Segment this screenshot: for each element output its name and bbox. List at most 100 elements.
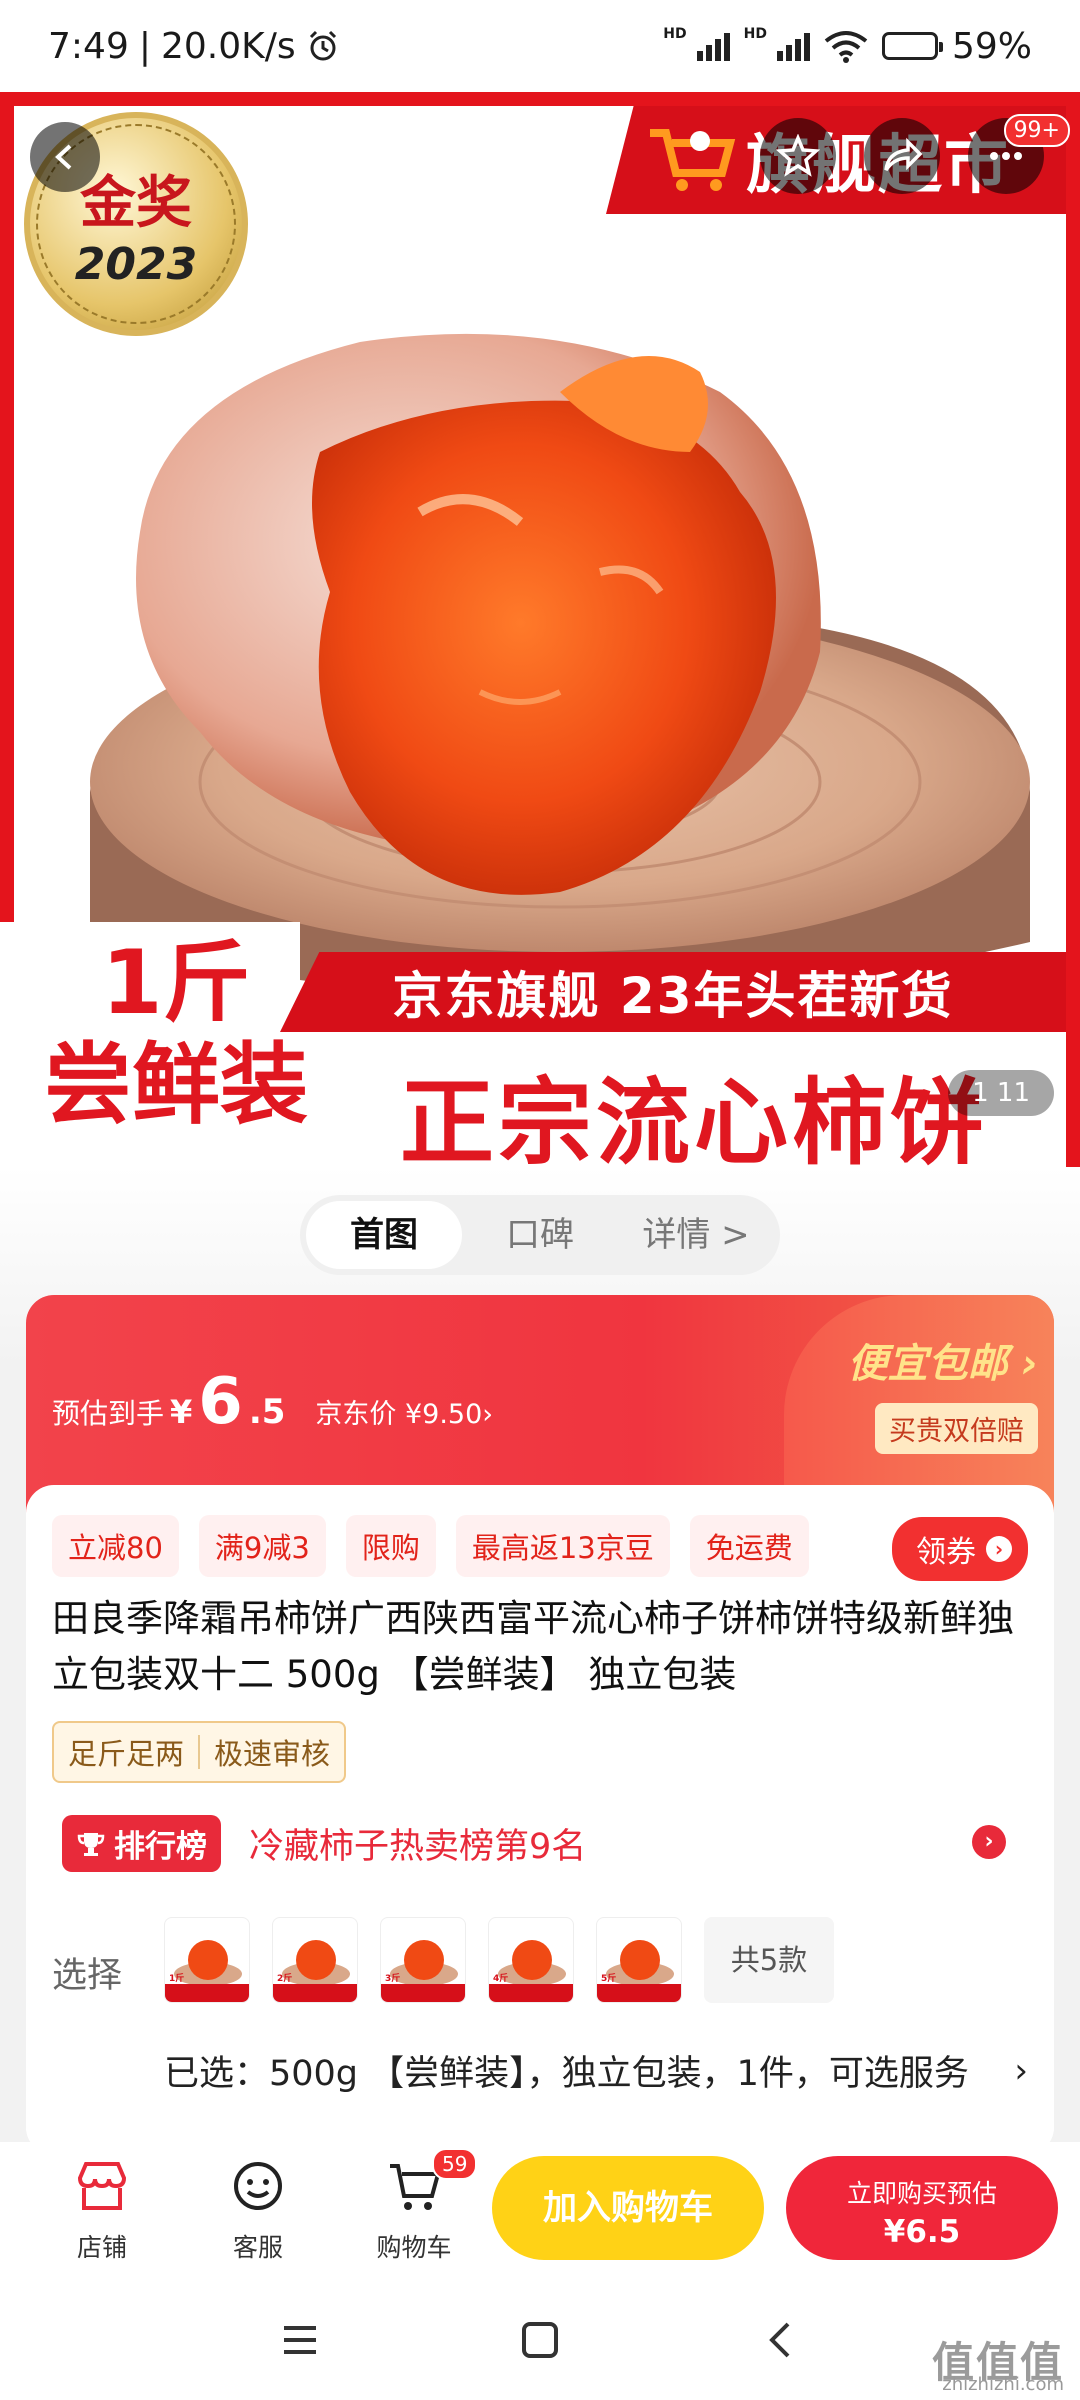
product-title: 田良季降霜吊柿饼广西陕西富平流心柿子饼柿饼特级新鲜独立包装双十二 500g 【尝… bbox=[52, 1597, 1014, 1696]
hero-size-line1: 1斤 bbox=[101, 931, 251, 1034]
variant-thumb-label: 5斤 bbox=[601, 1974, 617, 1984]
ranking-badge: 排行榜 bbox=[62, 1815, 221, 1872]
star-icon bbox=[776, 134, 820, 177]
product-info-section: 首图 口碑 详情 > 预估到手 ¥ 6 .5 京东价 ¥9.50› 便宜包邮 ›… bbox=[0, 1167, 1080, 2155]
cart-button[interactable]: 59 购物车 bbox=[336, 2148, 492, 2264]
variant-thumbnail[interactable]: 3斤 bbox=[380, 1917, 466, 2003]
watermark-logo: 值值值 bbox=[931, 2338, 1064, 2387]
favorite-button[interactable] bbox=[760, 118, 836, 194]
select-label: 选择 bbox=[52, 1956, 123, 1996]
battery-icon bbox=[881, 32, 943, 60]
home-square-icon bbox=[522, 2322, 558, 2358]
alarm-icon bbox=[309, 30, 336, 61]
status-divider: | bbox=[138, 25, 151, 67]
battery-level: 59% bbox=[951, 25, 1032, 67]
variant-thumb-label: 2斤 bbox=[277, 1974, 293, 1984]
product-hero-image[interactable]: 旗舰超市 金奖 2023 京东旗舰 23年头茬新货 1斤 尝鲜装 正宗流心柿饼 bbox=[0, 92, 1080, 1167]
promo-guarantee: 买贵双倍赔 bbox=[875, 1403, 1038, 1454]
tab-main-image[interactable]: 首图 bbox=[306, 1201, 462, 1269]
message-badge: 99+ bbox=[1003, 114, 1070, 147]
customer-service-button[interactable]: 客服 bbox=[180, 2158, 336, 2264]
share-button[interactable] bbox=[864, 118, 940, 194]
estimated-price-label: 预估到手 bbox=[52, 1397, 165, 1430]
promo-tag[interactable]: 立减80 bbox=[52, 1515, 179, 1577]
variant-thumb-strip bbox=[165, 1984, 249, 2002]
variant-count-button[interactable]: 共5款 bbox=[704, 1917, 834, 2003]
promo-box[interactable]: 便宜包邮 › 买贵双倍赔 bbox=[848, 1331, 1038, 1454]
variant-thumbnail[interactable]: 4斤 bbox=[488, 1917, 574, 2003]
chat-face-icon bbox=[234, 2162, 282, 2210]
tab-details[interactable]: 详情 > bbox=[618, 1201, 774, 1269]
hd-label: HD bbox=[663, 25, 687, 42]
get-coupon-button[interactable]: 领券 › bbox=[892, 1517, 1028, 1581]
add-to-cart-button[interactable]: 加入购物车 bbox=[492, 2156, 764, 2260]
hd-label-2: HD bbox=[743, 25, 767, 42]
tab-reviews[interactable]: 口碑 bbox=[462, 1201, 618, 1269]
variant-thumb-strip bbox=[597, 1984, 681, 2002]
section-tabs: 首图 口碑 详情 > bbox=[300, 1195, 780, 1275]
ranking-row[interactable]: 排行榜 冷藏柿子热卖榜第9名 bbox=[62, 1815, 586, 1872]
currency-symbol: ¥ bbox=[170, 1393, 193, 1431]
product-details: 立减80 满9减3 限购 最高返13京豆 免运费 领券 › 田良季降霜吊柿饼广西… bbox=[26, 1485, 1054, 2155]
variant-thumb-strip bbox=[273, 1984, 357, 2002]
chevron-right-icon[interactable]: › bbox=[1014, 2051, 1028, 2091]
share-icon bbox=[884, 137, 923, 172]
hero-size-text: 1斤 尝鲜装 bbox=[16, 932, 336, 1136]
back-button[interactable] bbox=[30, 122, 100, 192]
service-chip: 极速审核 bbox=[214, 1737, 331, 1771]
cart-count-badge: 59 bbox=[432, 2148, 478, 2180]
cart-label: 购物车 bbox=[376, 2233, 452, 2262]
variant-thumbnails: 1斤 2斤 3斤 4斤 5斤 共5款 bbox=[164, 1917, 834, 2003]
service-label: 客服 bbox=[232, 2233, 283, 2262]
promo-tags: 立减80 满9减3 限购 最高返13京豆 免运费 bbox=[52, 1515, 809, 1577]
bottom-action-bar: 店铺 客服 59 购物车 加入购物车 立即购买预估 ¥6.5 bbox=[0, 2142, 1080, 2280]
chevron-right-icon: › bbox=[986, 1536, 1012, 1562]
promo-tag[interactable]: 最高返13京豆 bbox=[455, 1515, 670, 1577]
cell-signal-icon-2 bbox=[776, 31, 810, 61]
back-arrow-icon bbox=[55, 144, 72, 170]
variant-thumb-strip bbox=[381, 1984, 465, 2002]
trophy-icon bbox=[77, 1832, 105, 1856]
home-button[interactable] bbox=[520, 2320, 560, 2360]
more-button[interactable]: 99+ bbox=[968, 114, 1070, 194]
service-chips: 足斤足两 极速审核 bbox=[52, 1721, 347, 1783]
site-watermark: 值值值 zhizhizhi.com bbox=[931, 2338, 1064, 2396]
cart-logo-icon bbox=[650, 129, 736, 191]
watermark-url: zhizhizhi.com bbox=[942, 2374, 1064, 2395]
selected-spec[interactable]: 已选：500g 【尝鲜装】，独立包装，1件，可选服务 bbox=[164, 2045, 1004, 2103]
service-chip: 足斤足两 bbox=[68, 1737, 185, 1771]
buy-now-button[interactable]: 立即购买预估 ¥6.5 bbox=[786, 2156, 1058, 2260]
wifi-icon bbox=[824, 31, 868, 63]
promo-tag[interactable]: 限购 bbox=[345, 1515, 436, 1577]
price-band: 预估到手 ¥ 6 .5 京东价 ¥9.50› 便宜包邮 › 买贵双倍赔 bbox=[26, 1295, 1054, 1515]
jd-price[interactable]: 京东价 ¥9.50› bbox=[315, 1392, 493, 1431]
hero-strip: 京东旗舰 23年头茬新货 bbox=[280, 952, 1066, 1032]
store-icon bbox=[77, 2162, 127, 2210]
promo-tag[interactable]: 免运费 bbox=[689, 1515, 809, 1577]
menu-button[interactable] bbox=[280, 2320, 320, 2360]
hero-actions: 99+ bbox=[760, 114, 1070, 194]
variant-thumbnail[interactable]: 5斤 bbox=[596, 1917, 682, 2003]
estimated-price: 预估到手 ¥ 6 .5 京东价 ¥9.50› bbox=[52, 1365, 493, 1439]
product-card: 预估到手 ¥ 6 .5 京东价 ¥9.50› 便宜包邮 › 买贵双倍赔 立减80… bbox=[26, 1295, 1054, 2155]
ranking-text: 冷藏柿子热卖榜第9名 bbox=[249, 1827, 587, 1867]
variant-thumb-label: 3斤 bbox=[385, 1974, 401, 1984]
coupon-label: 领券 bbox=[916, 1535, 976, 1570]
back-chevron-icon bbox=[769, 2322, 790, 2358]
price-integer: 6 bbox=[198, 1365, 243, 1439]
hero-size-line2: 尝鲜装 bbox=[43, 1033, 308, 1136]
system-back-button[interactable] bbox=[760, 2320, 800, 2360]
image-pager: 1 11 bbox=[948, 1070, 1054, 1116]
variant-thumb-label: 4斤 bbox=[493, 1974, 509, 1984]
cell-signal-icon bbox=[696, 31, 730, 61]
ranking-badge-label: 排行榜 bbox=[114, 1829, 207, 1865]
store-button[interactable]: 店铺 bbox=[24, 2158, 180, 2264]
network-speed: 20.0K/s bbox=[160, 25, 296, 67]
ranking-arrow-icon[interactable]: › bbox=[972, 1825, 1006, 1859]
promo-title: 便宜包邮 › bbox=[847, 1341, 1038, 1387]
variant-thumb-strip bbox=[489, 1984, 573, 2002]
promo-tag[interactable]: 满9减3 bbox=[198, 1515, 326, 1577]
variant-thumbnail[interactable]: 2斤 bbox=[272, 1917, 358, 2003]
variant-thumbnail[interactable]: 1斤 bbox=[164, 1917, 250, 2003]
status-time: 7:49 bbox=[48, 25, 129, 67]
